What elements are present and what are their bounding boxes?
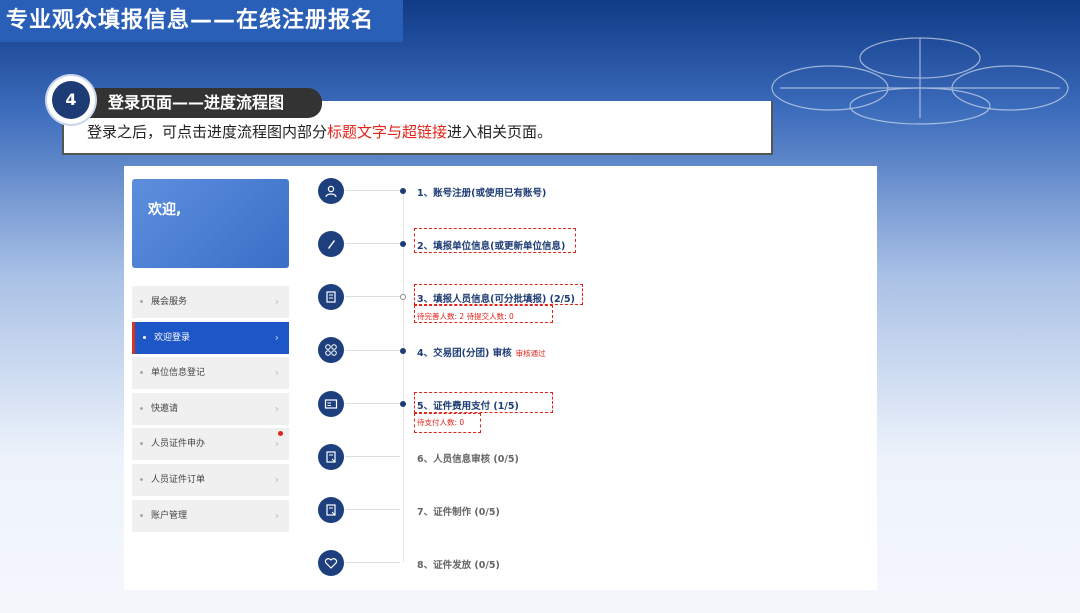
- step-4-label: 4、交易团(分团) 审核: [417, 348, 512, 359]
- connector: [345, 403, 400, 404]
- chevron-right-icon: ›: [274, 473, 279, 486]
- desc-text-end: 进入相关页面。: [447, 123, 553, 141]
- connector: [345, 456, 400, 457]
- menu-label: 欢迎登录: [154, 333, 191, 343]
- menu-label: 人员证件申办: [151, 439, 206, 449]
- slide-title: 专业观众填报信息——在线注册报名: [0, 0, 403, 42]
- bullet-icon: [140, 514, 143, 517]
- document-edit-icon: [318, 444, 344, 470]
- menu-label: 单位信息登记: [151, 368, 206, 378]
- step-node: [400, 294, 406, 300]
- card-icon: [318, 391, 344, 417]
- bullet-icon: [140, 478, 143, 481]
- status-badge: 审核通过: [515, 349, 546, 358]
- step-title: 登录页面——进度流程图: [66, 88, 322, 118]
- desc-text: 登录之后，可点击进度流程图内部分: [87, 123, 328, 141]
- step-node: [400, 401, 406, 407]
- menu-item-welcome[interactable]: 欢迎登录 ›: [132, 322, 289, 354]
- highlight-box: [414, 305, 553, 323]
- menu-item-quick-invite[interactable]: 快邀请 ›: [132, 393, 289, 425]
- highlight-box: [414, 413, 481, 433]
- step-node: [400, 241, 406, 247]
- desc-highlight: 标题文字与超链接: [327, 123, 448, 141]
- step-7-link[interactable]: 7、证件制作 (0/5): [417, 504, 500, 518]
- heart-icon: [318, 550, 344, 576]
- notification-dot: [278, 431, 283, 436]
- chevron-right-icon: ›: [274, 509, 279, 522]
- bullet-icon: [140, 407, 143, 410]
- menu-label: 账户管理: [151, 511, 188, 521]
- bullet-icon: [140, 442, 143, 445]
- menu-item-expo-service[interactable]: 展会服务 ›: [132, 286, 289, 318]
- connector: [345, 296, 400, 297]
- chevron-right-icon: ›: [274, 402, 279, 415]
- document-icon: [318, 284, 344, 310]
- bullet-icon: [143, 336, 146, 339]
- highlight-box: [414, 284, 583, 305]
- menu-item-unit-info[interactable]: 单位信息登记 ›: [132, 357, 289, 389]
- step-4-link[interactable]: 4、交易团(分团) 审核 审核通过: [417, 345, 546, 359]
- grid-icon: [318, 337, 344, 363]
- menu-label: 人员证件订单: [151, 475, 206, 485]
- welcome-text: 欢迎,: [148, 202, 182, 218]
- chevron-right-icon: ›: [274, 331, 279, 344]
- welcome-banner: 欢迎,: [132, 179, 289, 268]
- step-node: [400, 188, 406, 194]
- connector: [345, 509, 400, 510]
- bullet-icon: [140, 371, 143, 374]
- building-illustration: [771, 37, 1069, 125]
- step-number: 4: [52, 81, 90, 119]
- step-description: 登录之后，可点击进度流程图内部分标题文字与超链接进入相关页面。: [87, 121, 552, 142]
- connector: [345, 190, 400, 191]
- step-node: [400, 348, 406, 354]
- menu-label: 展会服务: [151, 297, 188, 307]
- document-edit-icon: [318, 497, 344, 523]
- user-icon: [318, 178, 344, 204]
- chevron-right-icon: ›: [274, 295, 279, 308]
- menu-item-badge-orders[interactable]: 人员证件订单 ›: [132, 464, 289, 496]
- highlight-box: [414, 392, 553, 413]
- menu-item-badge-apply[interactable]: 人员证件申办 ›: [132, 428, 289, 460]
- connector: [345, 243, 400, 244]
- connector: [345, 562, 400, 563]
- step-1-link[interactable]: 1、账号注册(或使用已有账号): [417, 185, 546, 199]
- menu-item-account[interactable]: 账户管理 ›: [132, 500, 289, 532]
- bullet-icon: [140, 300, 143, 303]
- connector: [345, 350, 400, 351]
- step-number-badge: 4: [47, 76, 95, 124]
- menu-label: 快邀请: [151, 404, 179, 414]
- highlight-box: [414, 228, 576, 253]
- pencil-icon: [318, 231, 344, 257]
- step-8-link[interactable]: 8、证件发放 (0/5): [417, 557, 500, 571]
- chevron-right-icon: ›: [274, 366, 279, 379]
- step-6-link[interactable]: 6、人员信息审核 (0/5): [417, 451, 519, 465]
